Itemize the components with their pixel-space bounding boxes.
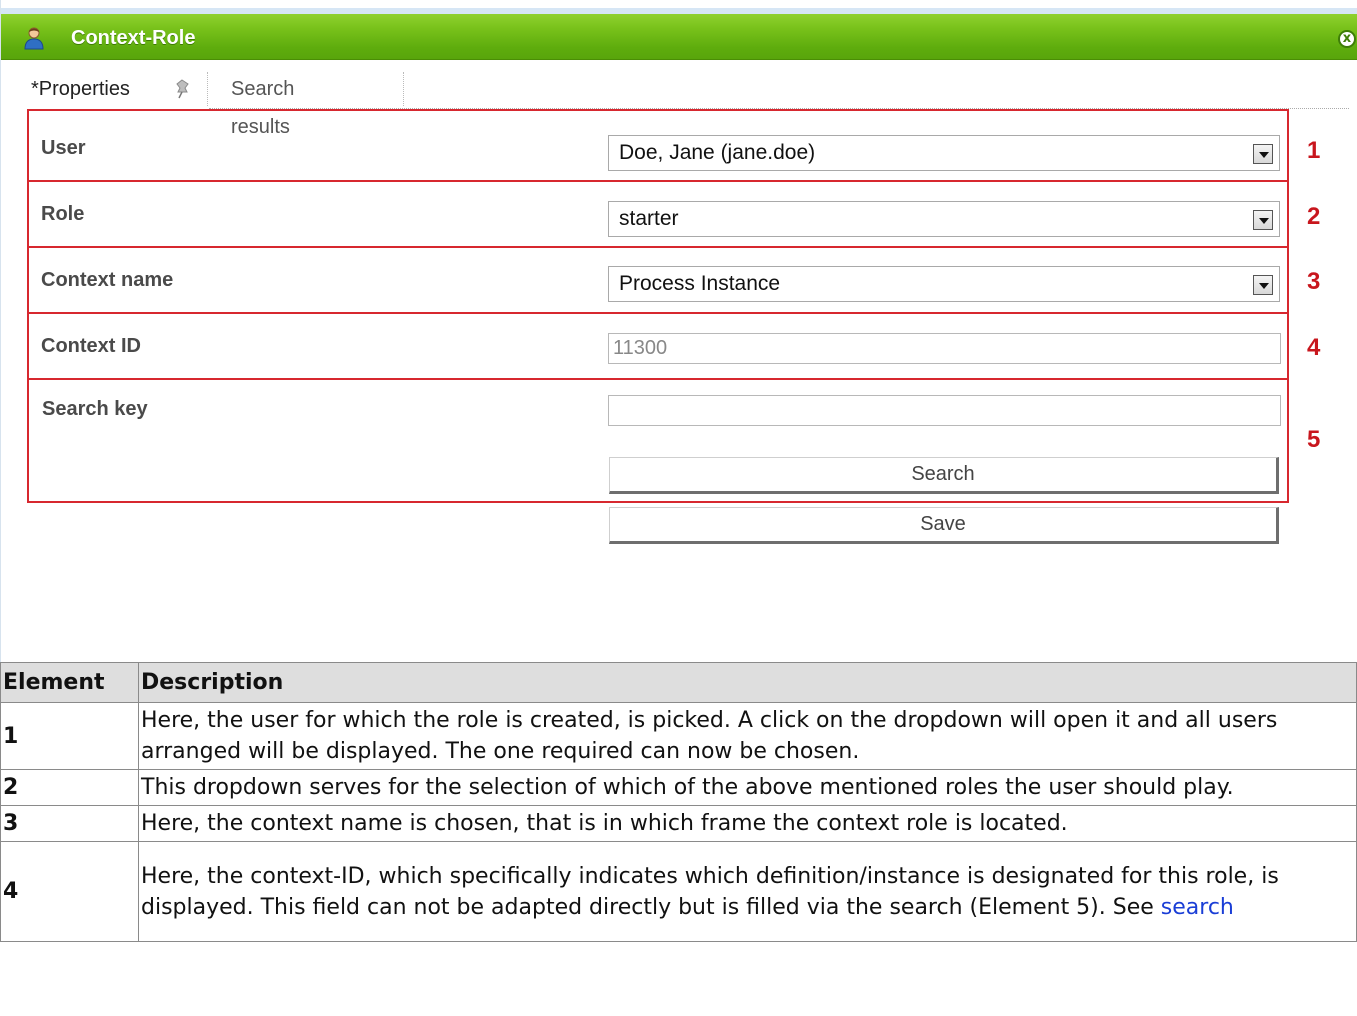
column-header-description: Description: [138, 662, 1357, 703]
table-cell-description: This dropdown serves for the selection o…: [138, 769, 1357, 806]
table-cell-element: 4: [0, 841, 139, 942]
tab-search-results[interactable]: Search results: [225, 70, 294, 138]
user-select[interactable]: Doe, Jane (jane.doe): [608, 135, 1280, 171]
marker-2: 2: [1307, 203, 1321, 230]
dropdown-arrow-icon[interactable]: [1253, 275, 1273, 295]
role-label: Role: [41, 203, 85, 225]
context-name-label: Context name: [41, 269, 174, 291]
table-cell-description: Here, the context name is chosen, that i…: [138, 805, 1357, 842]
save-button[interactable]: Save: [609, 507, 1279, 544]
user-icon: [24, 27, 44, 50]
table-cell-element: 1: [0, 702, 139, 770]
window-titlebar: Context-Role x: [1, 8, 1357, 60]
table-row: 4 Here, the context-ID, which specifical…: [0, 841, 1357, 942]
element-description-table: Element Description 1 Here, the user for…: [0, 662, 1357, 942]
table-cell-element: 3: [0, 805, 139, 842]
role-select[interactable]: starter: [608, 201, 1280, 237]
context-id-field: 11300: [608, 333, 1281, 364]
marker-5: 5: [1307, 426, 1321, 453]
table-row: 3 Here, the context name is chosen, that…: [0, 805, 1357, 842]
description-text: Here, the context-ID, which specifically…: [141, 863, 1279, 920]
search-button[interactable]: Search: [609, 457, 1279, 494]
marker-3: 3: [1307, 268, 1321, 295]
context-id-label: Context ID: [41, 335, 141, 357]
user-select-value: Doe, Jane (jane.doe): [619, 141, 816, 164]
table-cell-description: Here, the context-ID, which specifically…: [138, 841, 1357, 942]
pin-icon[interactable]: [173, 79, 191, 99]
role-select-value: starter: [619, 207, 679, 230]
tab-divider: [207, 72, 208, 106]
window-title: Context-Role: [71, 27, 196, 49]
table-cell-element: 2: [0, 769, 139, 806]
dropdown-arrow-icon[interactable]: [1253, 144, 1273, 164]
marker-4: 4: [1307, 334, 1321, 361]
tab-properties[interactable]: *Properties: [25, 70, 207, 108]
table-row: 1 Here, the user for which the role is c…: [0, 702, 1357, 770]
table-cell-description: Here, the user for which the role is cre…: [138, 702, 1357, 770]
context-name-select[interactable]: Process Instance: [608, 266, 1280, 302]
column-header-element: Element: [0, 662, 139, 703]
search-link[interactable]: search: [1161, 895, 1234, 920]
search-key-field[interactable]: [608, 395, 1281, 426]
marker-1: 1: [1307, 137, 1321, 164]
tab-properties-label: *Properties: [31, 78, 130, 100]
context-role-window: Context-Role x *Properties Search result…: [0, 0, 1357, 662]
search-key-label: Search key: [42, 398, 148, 420]
user-label: User: [41, 137, 86, 159]
table-row: 2 This dropdown serves for the selection…: [0, 769, 1357, 806]
dropdown-arrow-icon[interactable]: [1253, 210, 1273, 230]
tab-divider: [403, 72, 404, 106]
context-name-select-value: Process Instance: [619, 272, 781, 295]
close-icon[interactable]: x: [1338, 30, 1356, 48]
table-header-row: Element Description: [0, 662, 1357, 703]
